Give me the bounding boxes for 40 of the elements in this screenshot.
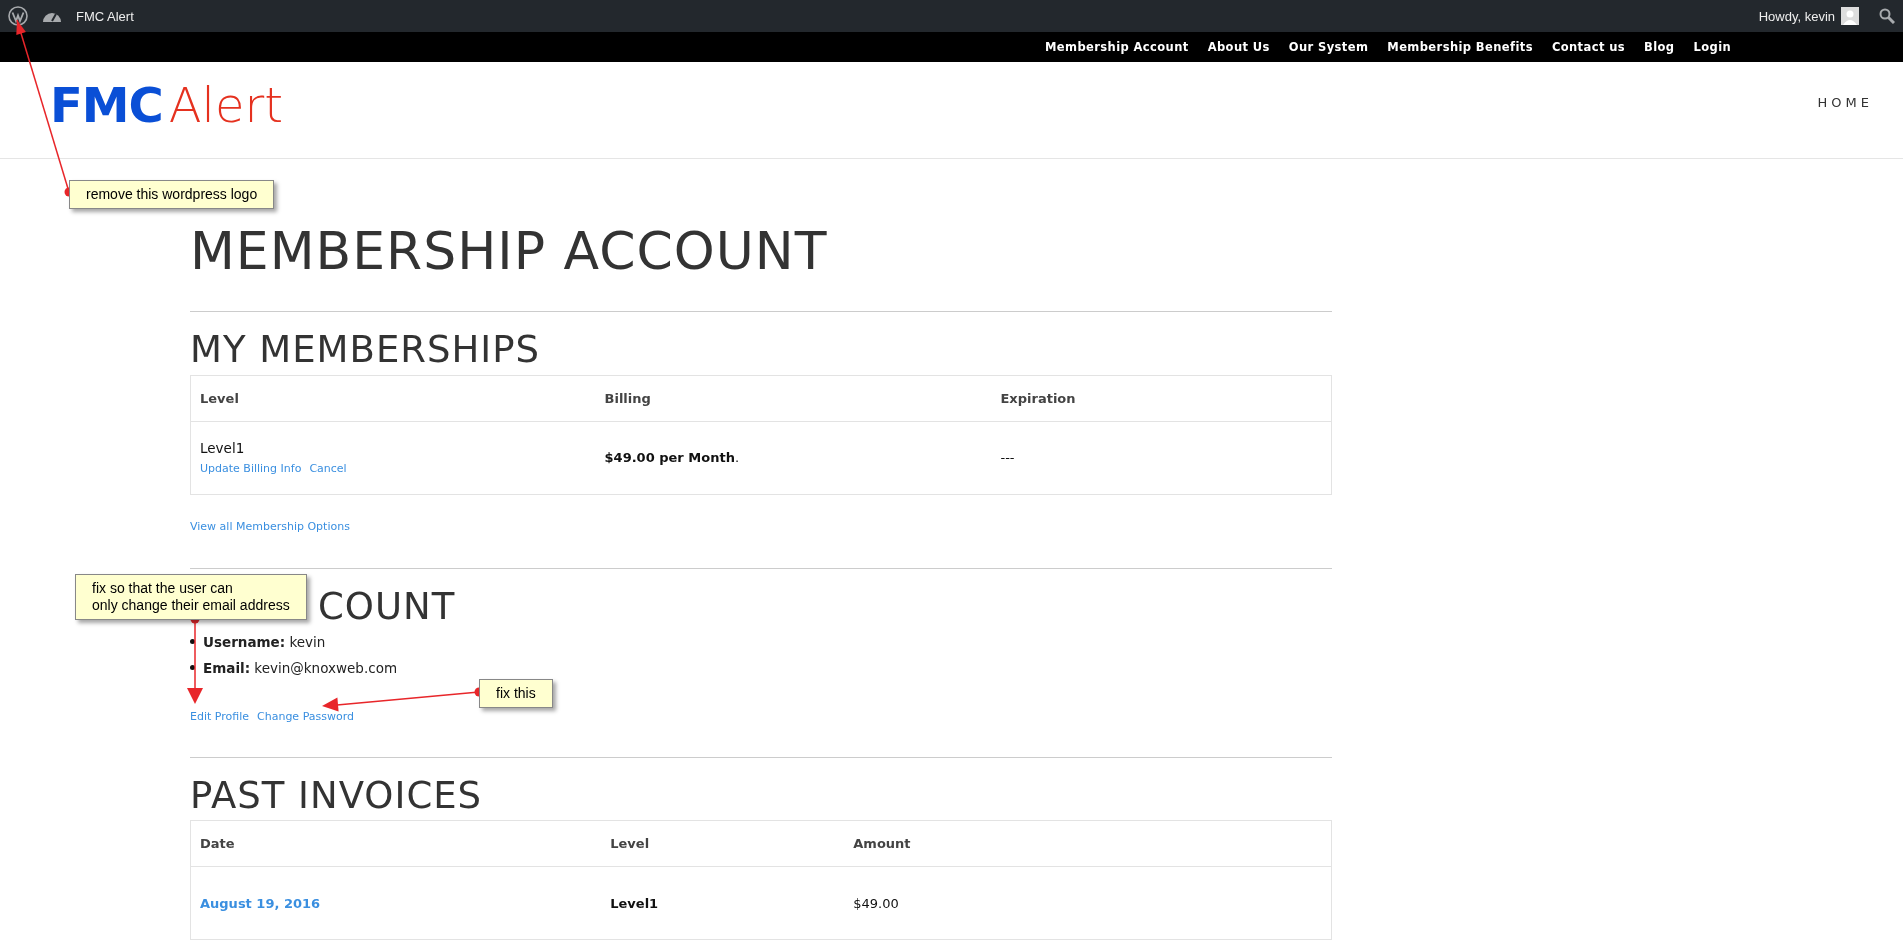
nav-link[interactable]: Our System [1288, 40, 1369, 54]
bullet-icon [190, 639, 195, 645]
nav-link[interactable]: Contact us [1551, 40, 1626, 54]
column-header: Level [610, 836, 650, 852]
section-heading: COUNT [318, 586, 456, 628]
view-options-link[interactable]: View all Membership Options [190, 519, 350, 533]
site-logo[interactable]: FMCAlert [50, 81, 284, 129]
action-link[interactable]: Cancel [309, 462, 347, 476]
account-link[interactable]: Edit Profile [190, 709, 249, 723]
nav-link[interactable]: About Us [1207, 40, 1270, 54]
account-field: Username: kevin [203, 633, 326, 650]
bullet-icon [190, 665, 195, 671]
nav-link[interactable]: Blog [1644, 40, 1675, 54]
nav-link[interactable]: Membership Account [1045, 40, 1189, 54]
wordpress-logo-icon[interactable] [8, 6, 28, 26]
account-link[interactable]: Change Password [257, 709, 354, 723]
column-header: Date [200, 836, 235, 852]
nav-link[interactable]: Login [1693, 40, 1732, 54]
account-field: Email: kevin@knoxweb.com [203, 659, 398, 676]
column-header: Billing [604, 390, 651, 406]
page-title: MEMBERSHIP ACCOUNT [190, 223, 829, 281]
column-header: Level [200, 390, 239, 406]
search-icon[interactable] [1879, 8, 1895, 24]
home-menu-link[interactable]: HOME [1817, 94, 1873, 110]
nav-link[interactable]: Membership Benefits [1387, 40, 1533, 54]
table-cell: Level1 [610, 895, 659, 911]
annotation-callout: remove this wordpress logo [69, 180, 275, 209]
expiration-text: --- [1000, 450, 1015, 466]
annotation-callout: fix so that the user can only change their email address [75, 574, 307, 620]
column-header: Amount [853, 836, 911, 852]
section-heading: MY MEMBERSHIPS [190, 330, 540, 371]
table-cell: $49.00 [853, 895, 899, 911]
membership-level: Level1 [200, 440, 246, 457]
annotation-callout: fix this [479, 679, 553, 708]
billing-text: $49.00 per Month. [604, 450, 740, 466]
section-heading: PAST INVOICES [190, 775, 483, 817]
greeting-link[interactable]: Howdy, kevin [1758, 8, 1835, 24]
column-header: Expiration [1000, 390, 1076, 406]
action-link[interactable]: Update Billing Info [200, 462, 302, 476]
site-title-link[interactable]: FMC Alert [76, 8, 134, 24]
